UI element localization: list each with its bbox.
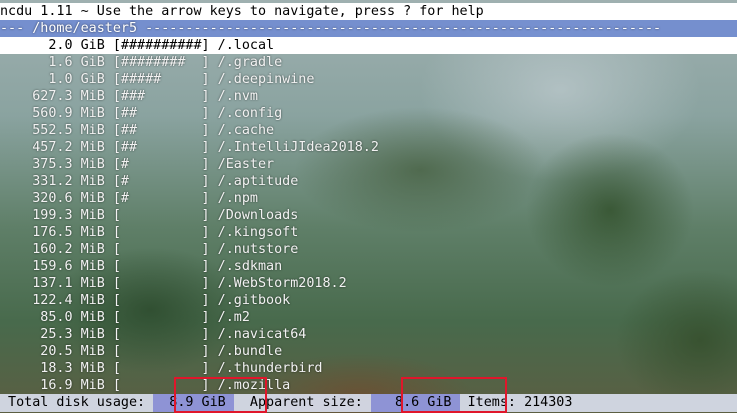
file-size: 199.3 MiB — [32, 208, 105, 223]
file-size: 627.3 MiB — [32, 89, 105, 104]
file-row[interactable]: 627.3 MiB [###] /.nvm — [0, 88, 737, 105]
file-row[interactable]: 457.2 MiB [##] /.IntelliJIdea2018.2 — [0, 139, 737, 156]
file-size: 457.2 MiB — [32, 140, 105, 155]
file-size: 20.5 MiB — [40, 344, 105, 359]
file-name: /.config — [217, 106, 283, 121]
file-size: 320.6 MiB — [32, 191, 105, 206]
total-disk-usage-label: Total disk usage: — [0, 395, 154, 410]
ncdu-terminal: ncdu 1.11 ~ Use the arrow keys to naviga… — [0, 0, 737, 413]
usage-bar: # — [120, 157, 129, 172]
file-name: /.sdkman — [217, 259, 283, 274]
usage-bar: # — [120, 191, 129, 206]
file-size: 375.3 MiB — [32, 157, 105, 172]
file-row[interactable]: 16.9 MiB [] /.mozilla — [0, 377, 737, 394]
usage-bar: ##### — [120, 72, 162, 87]
file-size: 137.1 MiB — [32, 276, 105, 291]
file-row[interactable]: 552.5 MiB [##] /.cache — [0, 122, 737, 139]
file-row[interactable]: 320.6 MiB [#] /.npm — [0, 190, 737, 207]
file-row[interactable]: 560.9 MiB [##] /.config — [0, 105, 737, 122]
file-name: /.local — [217, 38, 275, 53]
file-name: /Easter — [217, 157, 275, 172]
file-size: 160.2 MiB — [32, 242, 105, 257]
file-row[interactable]: 85.0 MiB [] /.m2 — [0, 309, 737, 326]
file-row[interactable]: 2.0 GiB [##########] /.local — [0, 37, 737, 54]
file-size: 1.0 GiB — [48, 72, 105, 87]
apparent-size-value: 8.6 GiB — [370, 394, 460, 412]
file-name: /.thunderbird — [217, 361, 323, 376]
title-line: ncdu 1.11 ~ Use the arrow keys to naviga… — [0, 3, 737, 20]
file-size: 331.2 MiB — [32, 174, 105, 189]
file-name: /.nutstore — [217, 242, 299, 257]
file-size: 176.5 MiB — [32, 225, 105, 240]
usage-bar: ######## — [120, 55, 186, 70]
file-row[interactable]: 137.1 MiB [] /.WebStorm2018.2 — [0, 275, 737, 292]
file-size: 552.5 MiB — [32, 123, 105, 138]
usage-bar: ## — [120, 140, 138, 155]
file-row[interactable]: 176.5 MiB [] /.kingsoft — [0, 224, 737, 241]
file-size: 1.6 GiB — [48, 55, 105, 70]
file-name: /.mozilla — [217, 378, 291, 393]
file-row[interactable]: 1.6 GiB [########] /.gradle — [0, 54, 737, 71]
file-name: /.nvm — [217, 89, 258, 104]
file-name: /.aptitude — [217, 174, 299, 189]
file-name: /.gradle — [217, 55, 283, 70]
file-name: /.npm — [217, 191, 258, 206]
items-label: Items: — [459, 395, 525, 410]
file-name: /.IntelliJIdea2018.2 — [217, 140, 379, 155]
file-size: 16.9 MiB — [40, 378, 105, 393]
file-size: 122.4 MiB — [32, 293, 105, 308]
apparent-size-label: Apparent size: — [233, 395, 371, 410]
file-size: 25.3 MiB — [40, 327, 105, 342]
file-name: /.kingsoft — [217, 225, 299, 240]
file-name: /.cache — [217, 123, 275, 138]
file-row[interactable]: 122.4 MiB [] /.gitbook — [0, 292, 737, 309]
file-name: /.navicat64 — [217, 327, 307, 342]
file-name: /.m2 — [217, 310, 250, 325]
file-row[interactable]: 160.2 MiB [] /.nutstore — [0, 241, 737, 258]
usage-bar: ### — [120, 89, 146, 104]
file-size: 85.0 MiB — [40, 310, 105, 325]
usage-bar: ########## — [120, 38, 202, 53]
file-name: /.gitbook — [217, 293, 291, 308]
file-row[interactable]: 331.2 MiB [#] /.aptitude — [0, 173, 737, 190]
file-size: 18.3 MiB — [40, 361, 105, 376]
usage-bar: # — [120, 174, 129, 189]
file-name: /.WebStorm2018.2 — [217, 276, 347, 291]
file-name: /.deepinwine — [217, 72, 315, 87]
usage-bar: ## — [120, 106, 138, 121]
file-row[interactable]: 25.3 MiB [] /.navicat64 — [0, 326, 737, 343]
path-line: --- /home/easter5 ----------------------… — [0, 20, 737, 37]
file-row[interactable]: 20.5 MiB [] /.bundle — [0, 343, 737, 360]
file-row[interactable]: 18.3 MiB [] /.thunderbird — [0, 360, 737, 377]
file-row[interactable]: 159.6 MiB [] /.sdkman — [0, 258, 737, 275]
file-size: 560.9 MiB — [32, 106, 105, 121]
file-size: 2.0 GiB — [48, 38, 105, 53]
file-name: /.bundle — [217, 344, 283, 359]
file-row[interactable]: 1.0 GiB [#####] /.deepinwine — [0, 71, 737, 88]
status-bar: Total disk usage: 8.9 GiB Apparent size:… — [0, 394, 737, 412]
usage-bar: ## — [120, 123, 138, 138]
file-row[interactable]: 199.3 MiB [] /Downloads — [0, 207, 737, 224]
total-disk-usage-value: 8.9 GiB — [153, 394, 234, 412]
file-row[interactable]: 375.3 MiB [#] /Easter — [0, 156, 737, 173]
items-count: 214303 — [524, 395, 573, 410]
file-size: 159.6 MiB — [32, 259, 105, 274]
file-name: /Downloads — [217, 208, 299, 223]
